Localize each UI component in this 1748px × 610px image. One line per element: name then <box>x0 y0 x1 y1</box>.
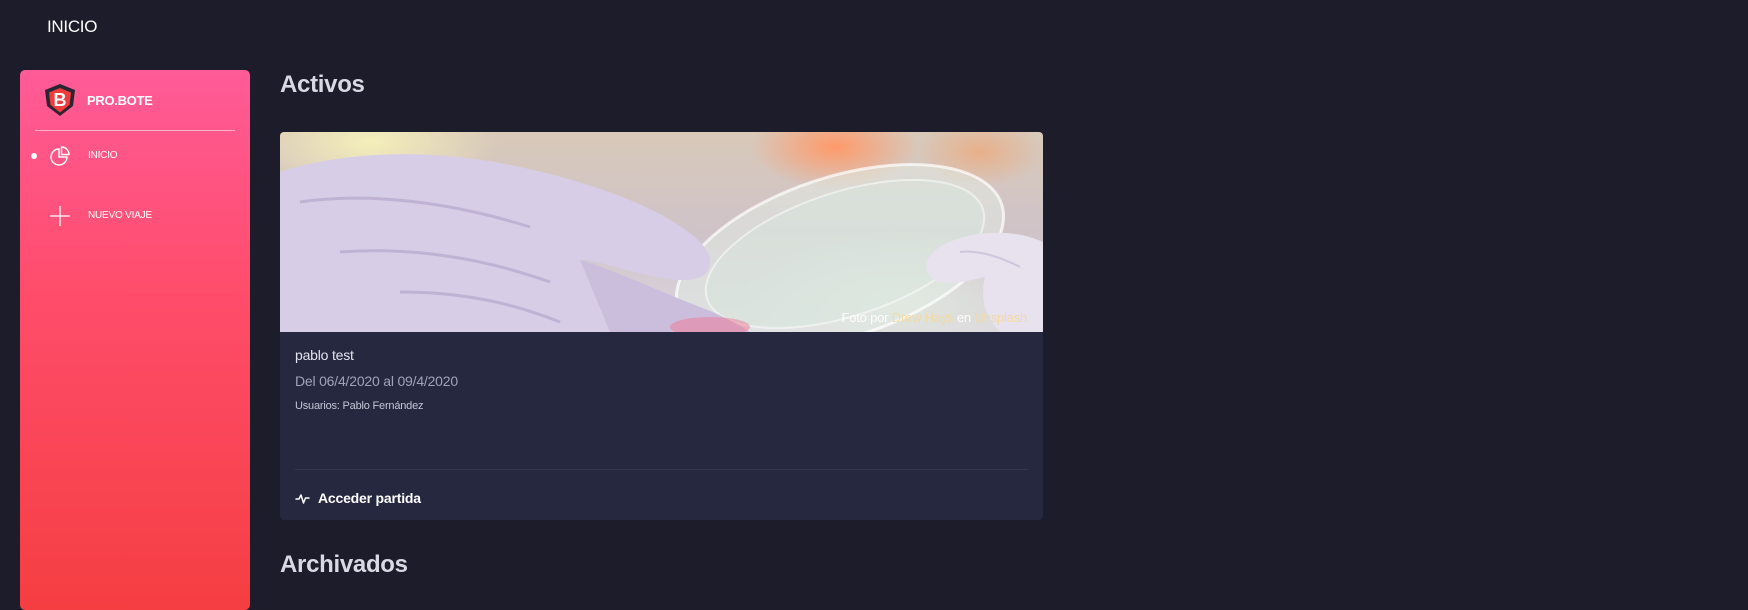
active-indicator <box>31 153 37 159</box>
trip-card: Foto por Drew Hays en Unsplash pablo tes… <box>280 132 1043 520</box>
page-title: INICIO <box>47 17 98 36</box>
activity-pulse-icon <box>295 493 310 504</box>
card-divider <box>295 469 1028 470</box>
credit-prefix: Foto por <box>841 310 889 325</box>
trip-dates: Del 06/4/2020 al 09/4/2020 <box>295 373 458 389</box>
card-cover-image: Foto por Drew Hays en Unsplash <box>280 132 1043 332</box>
section-title-activos: Activos <box>280 71 365 98</box>
sidebar-item-label: NUEVO VIAJE <box>88 210 152 221</box>
lab-gloves-photo <box>280 154 1043 332</box>
pie-chart-icon <box>50 146 70 166</box>
sidebar-divider <box>35 130 235 131</box>
trip-users: Usuarios: Pablo Fernández <box>295 400 424 412</box>
credit-source-link[interactable]: Unsplash <box>974 310 1027 325</box>
brand-name: PRO.BOTE <box>87 92 153 108</box>
sidebar: B PRO.BOTE INICIO NUEVO VIAJE <box>20 70 250 610</box>
top-bar: INICIO <box>0 0 1748 56</box>
access-game-label: Acceder partida <box>318 490 421 506</box>
trip-title: pablo test <box>295 347 354 363</box>
brand-logo-icon: B <box>45 84 75 116</box>
plus-icon <box>50 206 70 226</box>
section-title-archivados: Archivados <box>280 551 408 578</box>
photo-credit: Foto por Drew Hays en Unsplash <box>841 310 1027 325</box>
access-game-button[interactable]: Acceder partida <box>295 487 421 509</box>
svg-text:B: B <box>54 90 67 110</box>
sidebar-item-inicio[interactable]: INICIO <box>20 138 250 174</box>
sidebar-item-nuevo-viaje[interactable]: NUEVO VIAJE <box>20 198 250 234</box>
sidebar-item-label: INICIO <box>88 150 118 161</box>
brand[interactable]: B PRO.BOTE <box>42 82 153 118</box>
credit-connector: en <box>956 310 971 325</box>
credit-author-link[interactable]: Drew Hays <box>892 310 954 325</box>
